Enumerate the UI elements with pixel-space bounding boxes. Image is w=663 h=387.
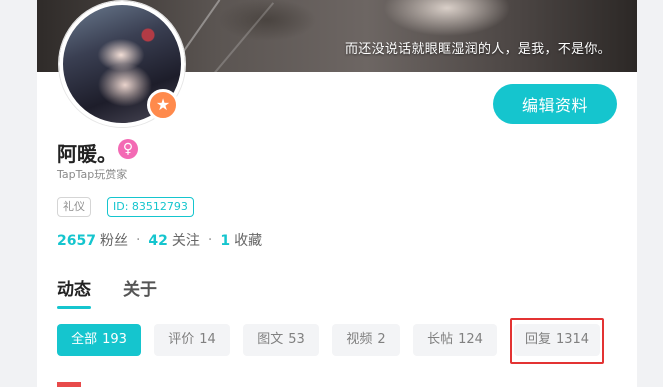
stat-separator: · [135,232,141,248]
etiquette-tag[interactable]: 礼仪 [57,197,91,217]
filter-label: 图文 [257,332,284,347]
fans-count: 2657 [57,233,96,249]
filter-label: 评价 [168,332,195,347]
filter-long-post-button[interactable]: 长帖 124 [413,324,497,356]
user-title: TapTap玩赏家 [57,168,128,181]
female-gender-icon: ♀ [118,139,138,159]
content-marker [57,382,81,387]
following-label: 关注 [171,233,200,249]
banner-decoration [201,2,275,72]
tab-activity[interactable]: 动态 [57,275,91,300]
filter-label: 视频 [346,332,373,347]
filter-count: 53 [288,332,305,347]
following-count: 42 [148,233,168,249]
filter-count: 14 [199,332,216,347]
filter-review-button[interactable]: 评价 14 [154,324,230,356]
favorites-label: 收藏 [234,233,263,249]
filter-count: 193 [102,332,127,347]
filter-image-text-button[interactable]: 图文 53 [243,324,319,356]
user-id-tag[interactable]: ID: 83512793 [107,197,194,217]
star-badge-icon: ★ [147,89,179,121]
tab-about[interactable]: 关于 [123,275,157,300]
banner-quote: 而还没说话就眼眶湿润的人，是我，不是你。 [344,42,611,57]
fans-label: 粉丝 [99,233,128,249]
filter-label: 全部 [71,332,98,347]
following-stat[interactable]: 42 关注 [148,230,199,250]
filter-all-button[interactable]: 全部 193 [57,324,141,356]
favorites-count: 1 [220,233,231,249]
reply-filter-highlight [510,318,604,364]
stat-separator: · [207,232,213,248]
user-name: 阿暖。 [57,142,117,166]
favorites-stat[interactable]: 1 收藏 [220,230,262,250]
filter-label: 长帖 [427,332,454,347]
filter-count: 124 [458,332,483,347]
filter-count: 2 [377,332,386,347]
edit-profile-button[interactable]: 编辑资料 [493,84,617,124]
user-stats: 2657 粉丝 · 42 关注 · 1 收藏 [57,230,262,250]
filter-video-button[interactable]: 视频 2 [332,324,400,356]
fans-stat[interactable]: 2657 粉丝 [57,230,128,250]
active-tab-indicator [57,306,91,309]
